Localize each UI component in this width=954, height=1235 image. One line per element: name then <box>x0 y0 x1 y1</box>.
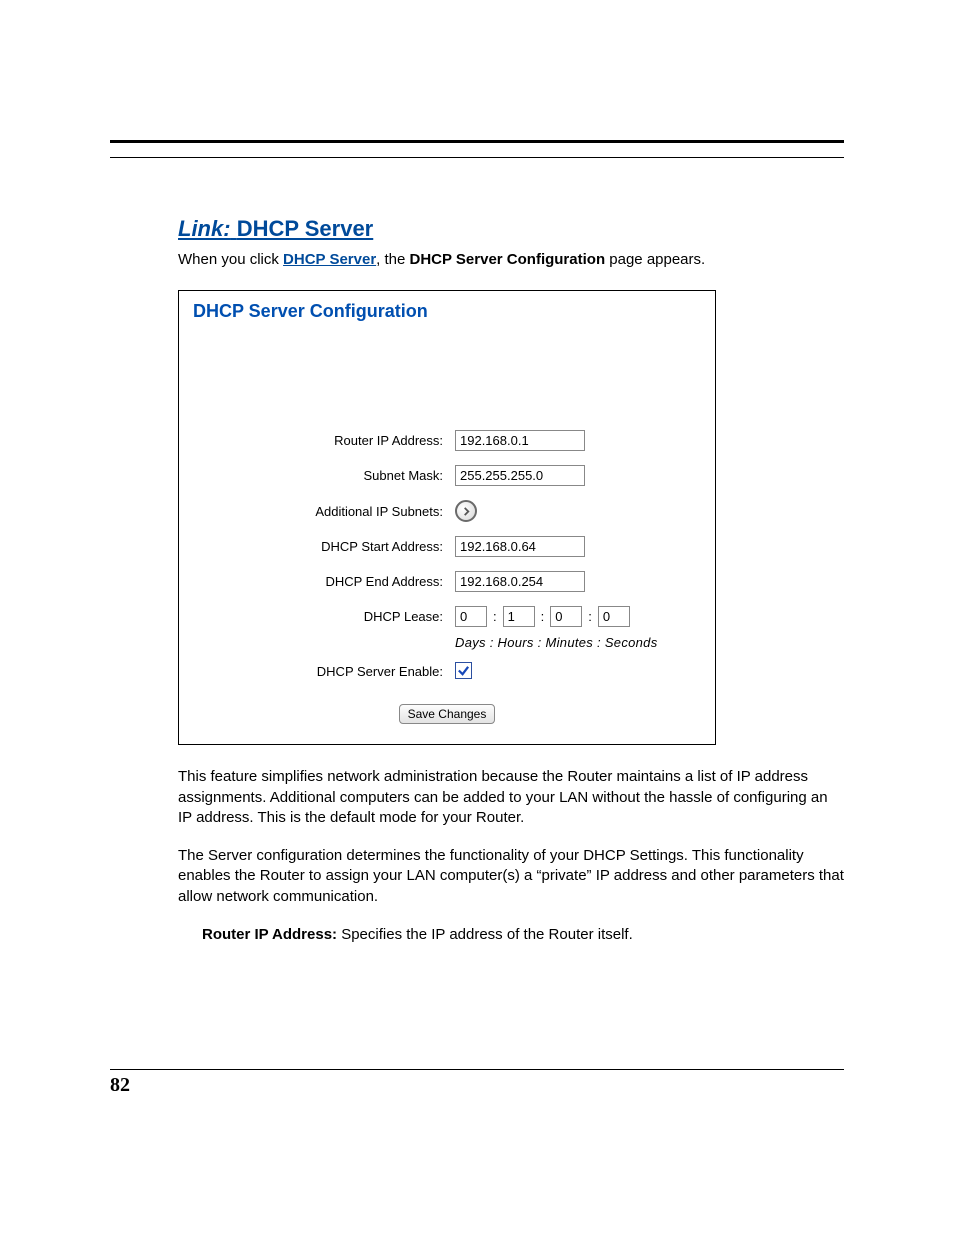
checkbox-dhcp-enable[interactable] <box>455 662 472 679</box>
lease-sep-2: : <box>541 609 545 624</box>
input-lease-seconds[interactable] <box>598 606 630 627</box>
input-lease-minutes[interactable] <box>550 606 582 627</box>
label-additional-subnets: Additional IP Subnets: <box>193 504 455 519</box>
lease-sep-1: : <box>493 609 497 624</box>
panel-title: DHCP Server Configuration <box>193 301 701 322</box>
row-dhcp-end: DHCP End Address: <box>193 571 701 592</box>
section-heading: Link: DHCP Server <box>178 216 844 242</box>
label-dhcp-lease: DHCP Lease: <box>193 609 455 624</box>
definition-router-ip: Router IP Address: Specifies the IP addr… <box>202 925 842 945</box>
save-changes-button[interactable]: Save Changes <box>399 704 496 724</box>
description-paragraph-1: This feature simplifies network administ… <box>178 767 844 828</box>
intro-paragraph: When you click DHCP Server, the DHCP Ser… <box>178 250 844 270</box>
input-dhcp-end[interactable] <box>455 571 585 592</box>
intro-mid: , the <box>376 251 409 268</box>
page-number: 82 <box>110 1074 844 1097</box>
label-subnet-mask: Subnet Mask: <box>193 468 455 483</box>
intro-bold: DHCP Server Configuration <box>410 251 606 268</box>
header-rule-heavy <box>110 140 844 143</box>
chevron-right-icon <box>462 507 471 516</box>
lease-sep-3: : <box>588 609 592 624</box>
row-dhcp-start: DHCP Start Address: <box>193 536 701 557</box>
input-router-ip[interactable] <box>455 430 585 451</box>
row-dhcp-lease: DHCP Lease: : : : <box>193 606 701 627</box>
checkmark-icon <box>457 664 470 677</box>
header-rule-light <box>110 157 844 158</box>
intro-post: page appears. <box>605 251 705 268</box>
heading-prefix: Link: <box>178 216 231 241</box>
heading-title: DHCP Server <box>237 216 374 241</box>
row-subnet-mask: Subnet Mask: <box>193 465 701 486</box>
expand-subnets-button[interactable] <box>455 500 477 522</box>
label-dhcp-start: DHCP Start Address: <box>193 539 455 554</box>
definition-term: Router IP Address: <box>202 926 337 943</box>
input-lease-days[interactable] <box>455 606 487 627</box>
lease-units-caption: Days : Hours : Minutes : Seconds <box>455 635 701 650</box>
label-dhcp-end: DHCP End Address: <box>193 574 455 589</box>
input-subnet-mask[interactable] <box>455 465 585 486</box>
footer-rule <box>110 1069 844 1070</box>
input-lease-hours[interactable] <box>503 606 535 627</box>
input-dhcp-start[interactable] <box>455 536 585 557</box>
label-router-ip: Router IP Address: <box>193 433 455 448</box>
intro-link: DHCP Server <box>283 251 376 268</box>
intro-pre: When you click <box>178 251 283 268</box>
definition-body: Specifies the IP address of the Router i… <box>337 926 633 943</box>
row-additional-subnets: Additional IP Subnets: <box>193 500 701 522</box>
row-dhcp-enable: DHCP Server Enable: <box>193 662 701 680</box>
description-paragraph-2: The Server configuration determines the … <box>178 846 844 907</box>
row-router-ip: Router IP Address: <box>193 430 701 451</box>
label-dhcp-enable: DHCP Server Enable: <box>193 664 455 679</box>
config-panel: DHCP Server Configuration Router IP Addr… <box>178 290 716 745</box>
